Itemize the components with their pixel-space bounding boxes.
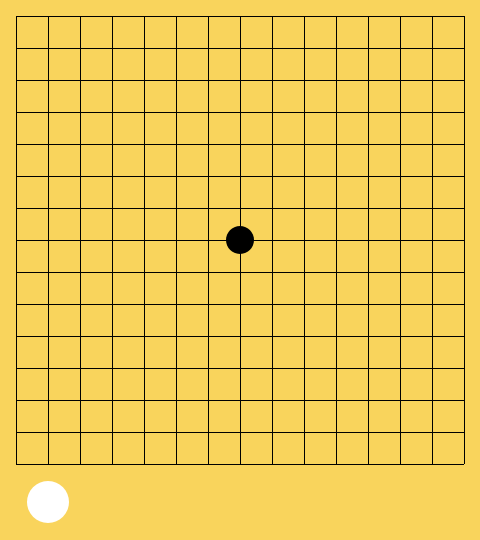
black-stone (226, 226, 254, 254)
gomoku-app (0, 0, 480, 540)
stone-layer (226, 226, 254, 254)
game-board[interactable] (0, 0, 480, 540)
turn-indicator-stone (27, 481, 69, 523)
